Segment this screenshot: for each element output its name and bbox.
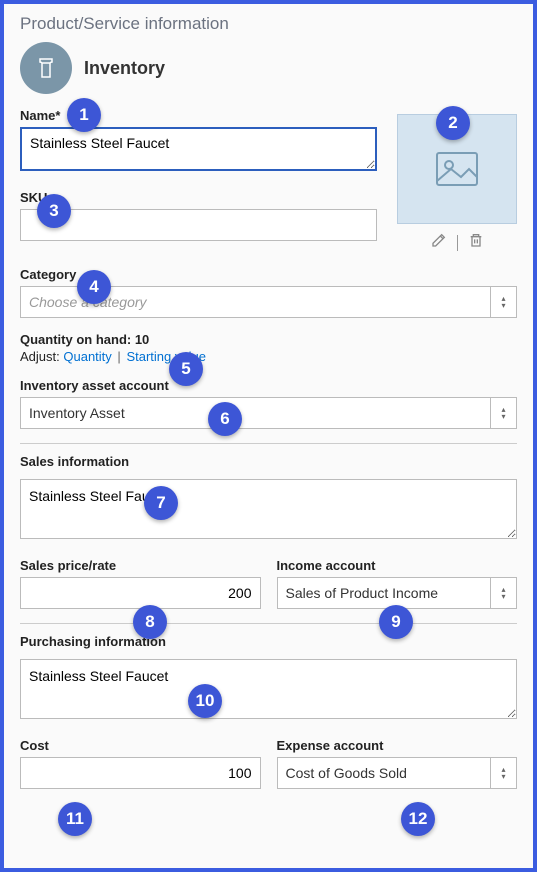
expense-select[interactable]: Cost of Goods Sold (277, 757, 518, 789)
purchasing-info-label: Purchasing information (20, 634, 517, 649)
sales-price-input[interactable] (20, 577, 261, 609)
divider (457, 235, 458, 251)
divider-line (20, 443, 517, 444)
chevron-updown-icon[interactable] (490, 758, 516, 788)
marker-3: 3 (37, 194, 71, 228)
adjust-quantity-link[interactable]: Quantity (63, 349, 111, 364)
marker-10: 10 (188, 684, 222, 718)
sku-label: SKU (20, 190, 377, 205)
divider-line (20, 623, 517, 624)
sales-price-label: Sales price/rate (20, 558, 261, 573)
marker-7: 7 (144, 486, 178, 520)
expense-text: Cost of Goods Sold (278, 758, 491, 788)
inventory-icon (20, 42, 72, 94)
adjust-row: Adjust: Quantity | Starting value (20, 349, 517, 364)
panel-title: Product/Service information (20, 14, 517, 34)
purchasing-desc-input[interactable] (20, 659, 517, 719)
income-text: Sales of Product Income (278, 578, 491, 608)
marker-8: 8 (133, 605, 167, 639)
marker-2: 2 (436, 106, 470, 140)
name-input[interactable] (20, 127, 377, 171)
trash-icon[interactable] (468, 232, 484, 253)
qty-on-hand: Quantity on hand: 10 (20, 332, 517, 347)
asset-select[interactable]: Inventory Asset (20, 397, 517, 429)
marker-6: 6 (208, 402, 242, 436)
pencil-icon[interactable] (431, 232, 447, 253)
marker-1: 1 (67, 98, 101, 132)
marker-5: 5 (169, 352, 203, 386)
sales-info-label: Sales information (20, 454, 517, 469)
chevron-updown-icon[interactable] (490, 287, 516, 317)
sku-input[interactable] (20, 209, 377, 241)
cost-label: Cost (20, 738, 261, 753)
marker-4: 4 (77, 270, 111, 304)
marker-11: 11 (58, 802, 92, 836)
cost-input[interactable] (20, 757, 261, 789)
expense-account-label: Expense account (277, 738, 518, 753)
asset-text: Inventory Asset (21, 398, 490, 428)
chevron-updown-icon[interactable] (490, 578, 516, 608)
marker-12: 12 (401, 802, 435, 836)
header-title: Inventory (84, 58, 165, 79)
asset-label: Inventory asset account (20, 378, 517, 393)
chevron-updown-icon[interactable] (490, 398, 516, 428)
sales-desc-input[interactable] (20, 479, 517, 539)
income-account-label: Income account (277, 558, 518, 573)
marker-9: 9 (379, 605, 413, 639)
header-row: Inventory (20, 42, 517, 94)
